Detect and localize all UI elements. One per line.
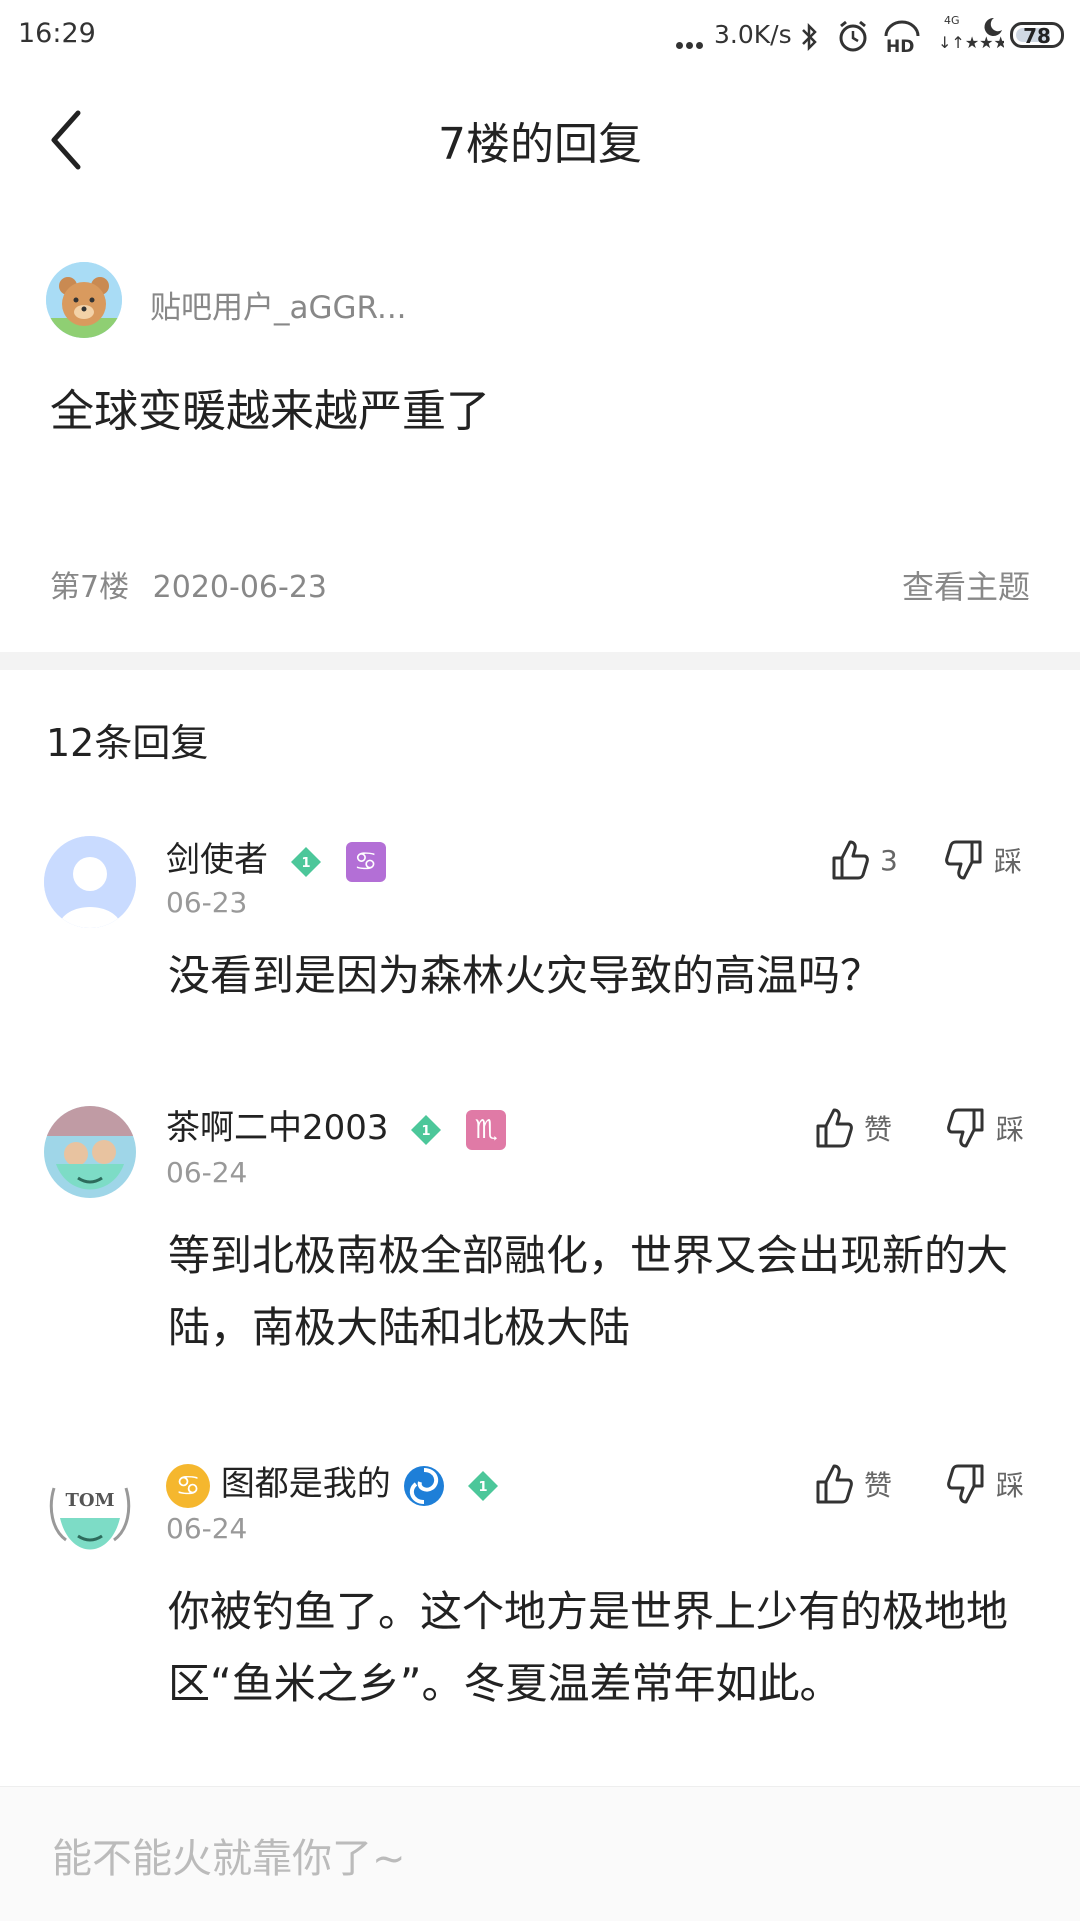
- swirl-badge: [402, 1464, 446, 1508]
- reply-content: 你被钓鱼了。这个地方是世界上少有的极地地区“鱼米之乡”。冬夏温差常年如此。: [168, 1587, 1009, 1708]
- reply-input-placeholder[interactable]: 能不能火就靠你了~: [52, 1826, 406, 1884]
- reply-username[interactable]: 茶啊二中2003: [166, 1108, 389, 1148]
- like-button[interactable]: 赞: [814, 1462, 892, 1506]
- status-time: 16:29: [18, 18, 96, 49]
- reply-user-row: 茶啊二中2003 1 ♏: [166, 1100, 507, 1150]
- zodiac-badge: ♋: [345, 841, 386, 882]
- op-date: 2020-06-23: [152, 570, 327, 605]
- dislike-label: 踩: [996, 1469, 1025, 1502]
- like-button[interactable]: 赞: [814, 1106, 892, 1150]
- reply-date: 06-23: [166, 886, 248, 919]
- like-label: 赞: [864, 1469, 893, 1502]
- level-badge: 1: [289, 845, 323, 879]
- diamond-level-icon: 1: [290, 846, 321, 877]
- page-title: 7楼的回复: [438, 119, 642, 170]
- svg-text:1: 1: [422, 1124, 431, 1139]
- thumbs-up-icon: [816, 1464, 853, 1504]
- reply-date: 06-24: [166, 1156, 248, 1189]
- svg-text:4G: 4G: [944, 14, 960, 27]
- zodiac-badge: ♏: [466, 1109, 507, 1150]
- like-count: 3: [880, 843, 898, 877]
- thumbs-down-icon: [945, 840, 982, 880]
- reply-avatar[interactable]: [44, 836, 136, 928]
- like-button[interactable]: 3: [830, 838, 898, 882]
- thumbs-up-icon: [816, 1108, 853, 1148]
- svg-text:TOM: TOM: [66, 1490, 115, 1511]
- op-avatar[interactable]: [46, 262, 122, 338]
- diamond-level-icon: 1: [468, 1470, 499, 1501]
- reply-count: 12条回复: [46, 721, 209, 765]
- like-label: 赞: [864, 1113, 893, 1146]
- network-speed: 3.0K/s: [714, 20, 792, 49]
- section-divider: [0, 652, 1080, 670]
- reply-content: 没看到是因为森林火灾导致的高温吗？: [168, 951, 883, 1000]
- reply-username[interactable]: 剑使者: [166, 840, 268, 880]
- reply-user-row: ♋ 图都是我的 1: [166, 1456, 500, 1508]
- svg-text:1: 1: [479, 1480, 488, 1495]
- thumbs-down-icon: [947, 1464, 984, 1504]
- swirl-icon: [403, 1465, 444, 1506]
- level-badge: 1: [466, 1469, 500, 1503]
- dislike-button[interactable]: 踩: [946, 1106, 1024, 1150]
- dislike-label: 踩: [994, 845, 1023, 878]
- dislike-label: 踩: [996, 1113, 1025, 1146]
- reply-username[interactable]: 图都是我的: [221, 1464, 391, 1504]
- network-signal-icon: 4G ↓↑★★★: [938, 14, 1004, 52]
- hd-icon: HD: [884, 20, 920, 54]
- op-floor-info: 第7楼 2020-06-23: [50, 562, 327, 606]
- signal-dots-icon: [676, 34, 703, 53]
- reply-content: 等到北极南极全部融化，世界又会出现新的大陆，南极大陆和北极大陆: [168, 1231, 1009, 1352]
- reply-avatar[interactable]: [44, 1106, 136, 1198]
- bluetooth-icon: [802, 22, 817, 52]
- op-username[interactable]: 贴吧用户_aGGR...: [150, 282, 407, 327]
- dislike-button[interactable]: 踩: [946, 1462, 1024, 1506]
- battery-text: 78: [1023, 24, 1051, 48]
- dislike-button[interactable]: 踩: [944, 838, 1022, 882]
- diamond-level-icon: 1: [411, 1114, 442, 1145]
- svg-text:1: 1: [301, 856, 310, 871]
- reply-avatar[interactable]: TOM: [44, 1468, 136, 1560]
- battery-icon: 78: [1010, 22, 1064, 48]
- view-topic-link[interactable]: 查看主题: [902, 562, 1030, 608]
- thumbs-up-icon: [832, 840, 869, 880]
- svg-text:HD: HD: [886, 37, 914, 54]
- default-user-avatar-icon: [44, 836, 136, 928]
- op-content: 全球变暖越来越严重了: [50, 386, 490, 437]
- status-bar: 16:29 3.0K/s HD 4G ↓↑★★★ 78: [0, 0, 1080, 72]
- zodiac-prefix-badge: ♋: [166, 1463, 210, 1508]
- thumbs-down-icon: [947, 1108, 984, 1148]
- alarm-icon: [839, 20, 867, 52]
- tom-avatar-icon: TOM: [44, 1468, 136, 1560]
- level-badge: 1: [409, 1113, 443, 1147]
- photo-avatar-icon: [44, 1106, 136, 1198]
- op-floor: 第7楼: [50, 570, 130, 605]
- reply-user-row: 剑使者 1 ♋: [166, 832, 386, 882]
- bear-avatar-icon: [46, 262, 122, 338]
- reply-date: 06-24: [166, 1512, 248, 1545]
